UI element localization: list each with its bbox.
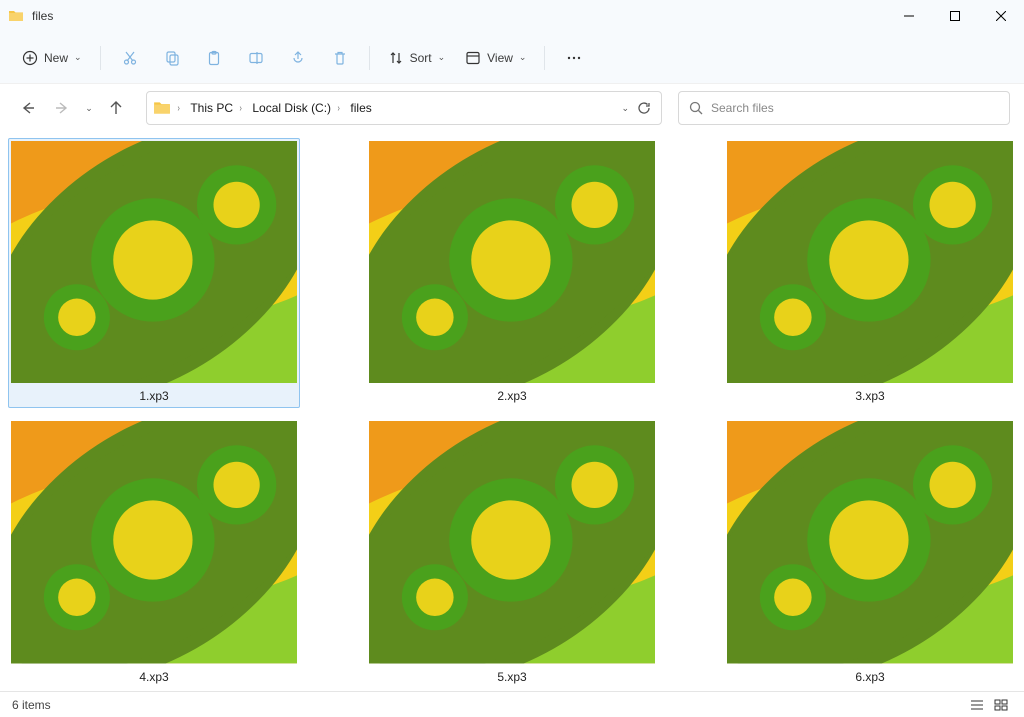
- copy-icon: [164, 50, 180, 66]
- breadcrumb-local-disk[interactable]: Local Disk (C:)›: [248, 92, 346, 124]
- share-icon: [290, 50, 306, 66]
- arrow-up-icon: [109, 101, 123, 115]
- cut-icon: [122, 50, 138, 66]
- file-item[interactable]: 1.xp3: [8, 138, 300, 408]
- minimize-button[interactable]: [886, 0, 932, 32]
- file-grid: 1.xp3 2.xp3 3.xp3 4.xp3 5.xp3 6.xp3: [8, 138, 1016, 689]
- file-name: 6.xp3: [855, 670, 884, 684]
- up-button[interactable]: [102, 94, 130, 122]
- chevron-down-icon: ⌄: [85, 103, 93, 114]
- close-icon: [996, 11, 1006, 21]
- file-name: 4.xp3: [139, 670, 168, 684]
- more-button[interactable]: [555, 41, 593, 75]
- breadcrumb-label: files: [350, 101, 371, 115]
- file-thumbnail: [727, 421, 1013, 663]
- sort-icon: [388, 50, 404, 66]
- separator: [100, 46, 101, 70]
- paste-icon: [206, 50, 222, 66]
- delete-button[interactable]: [321, 41, 359, 75]
- refresh-icon[interactable]: [637, 101, 651, 115]
- file-thumbnail: [11, 141, 297, 383]
- file-name: 1.xp3: [139, 389, 168, 403]
- history-dropdown[interactable]: ⌄: [82, 94, 96, 122]
- rename-icon: [248, 50, 264, 66]
- sort-label: Sort: [410, 51, 432, 65]
- search-icon: [689, 101, 703, 115]
- file-item[interactable]: 2.xp3: [366, 138, 658, 408]
- new-button[interactable]: New ⌄: [14, 41, 90, 75]
- status-text: 6 items: [12, 698, 51, 712]
- trash-icon: [332, 50, 348, 66]
- new-label: New: [44, 51, 68, 65]
- explorer-window: files New ⌄ Sort ⌄: [0, 0, 1024, 717]
- details-view-button[interactable]: [966, 695, 988, 715]
- ellipsis-icon: [566, 50, 582, 66]
- breadcrumb-this-pc[interactable]: This PC›: [186, 92, 248, 124]
- navigation-row: ⌄ › This PC› Local Disk (C:)› files ⌄: [0, 84, 1024, 132]
- back-button[interactable]: [14, 94, 42, 122]
- grid-view-icon: [994, 699, 1008, 711]
- chevron-down-icon: ⌄: [74, 52, 82, 63]
- folder-icon: [153, 99, 171, 117]
- file-name: 3.xp3: [855, 389, 884, 403]
- toolbar: New ⌄ Sort ⌄ View ⌄: [0, 32, 1024, 84]
- chevron-down-icon: ⌄: [519, 52, 527, 63]
- search-box[interactable]: [678, 91, 1010, 125]
- breadcrumb-files[interactable]: files: [346, 92, 375, 124]
- file-item[interactable]: 3.xp3: [724, 138, 1016, 408]
- breadcrumb-label: Local Disk (C:): [252, 101, 331, 115]
- address-bar[interactable]: › This PC› Local Disk (C:)› files ⌄: [146, 91, 662, 125]
- cut-button[interactable]: [111, 41, 149, 75]
- file-thumbnail: [369, 421, 655, 663]
- forward-button[interactable]: [48, 94, 76, 122]
- breadcrumb-chevron[interactable]: ›: [171, 92, 186, 124]
- view-icon: [465, 50, 481, 66]
- file-item[interactable]: 5.xp3: [366, 418, 658, 688]
- view-button[interactable]: View ⌄: [457, 41, 534, 75]
- view-label: View: [487, 51, 513, 65]
- window-title: files: [32, 9, 53, 23]
- minimize-icon: [904, 11, 914, 21]
- paste-button[interactable]: [195, 41, 233, 75]
- arrow-right-icon: [55, 101, 69, 115]
- separator: [544, 46, 545, 70]
- status-bar: 6 items: [0, 691, 1024, 717]
- list-view-icon: [970, 699, 984, 711]
- copy-button[interactable]: [153, 41, 191, 75]
- breadcrumb-label: This PC: [190, 101, 233, 115]
- file-item[interactable]: 6.xp3: [724, 418, 1016, 688]
- close-button[interactable]: [978, 0, 1024, 32]
- file-thumbnail: [11, 421, 297, 663]
- rename-button[interactable]: [237, 41, 275, 75]
- sort-button[interactable]: Sort ⌄: [380, 41, 454, 75]
- maximize-icon: [950, 11, 960, 21]
- thumbnails-view-button[interactable]: [990, 695, 1012, 715]
- folder-icon: [8, 8, 24, 24]
- file-thumbnail: [369, 141, 655, 383]
- titlebar: files: [0, 0, 1024, 32]
- plus-circle-icon: [22, 50, 38, 66]
- maximize-button[interactable]: [932, 0, 978, 32]
- address-dropdown[interactable]: ⌄: [621, 103, 629, 114]
- file-item[interactable]: 4.xp3: [8, 418, 300, 688]
- arrow-left-icon: [21, 101, 35, 115]
- chevron-down-icon: ⌄: [438, 52, 446, 63]
- file-thumbnail: [727, 141, 1013, 383]
- window-controls: [886, 0, 1024, 32]
- separator: [369, 46, 370, 70]
- address-actions: ⌄: [621, 101, 661, 115]
- share-button[interactable]: [279, 41, 317, 75]
- search-input[interactable]: [711, 101, 999, 115]
- file-name: 5.xp3: [497, 670, 526, 684]
- file-name: 2.xp3: [497, 389, 526, 403]
- content-area: 1.xp3 2.xp3 3.xp3 4.xp3 5.xp3 6.xp3: [0, 132, 1024, 691]
